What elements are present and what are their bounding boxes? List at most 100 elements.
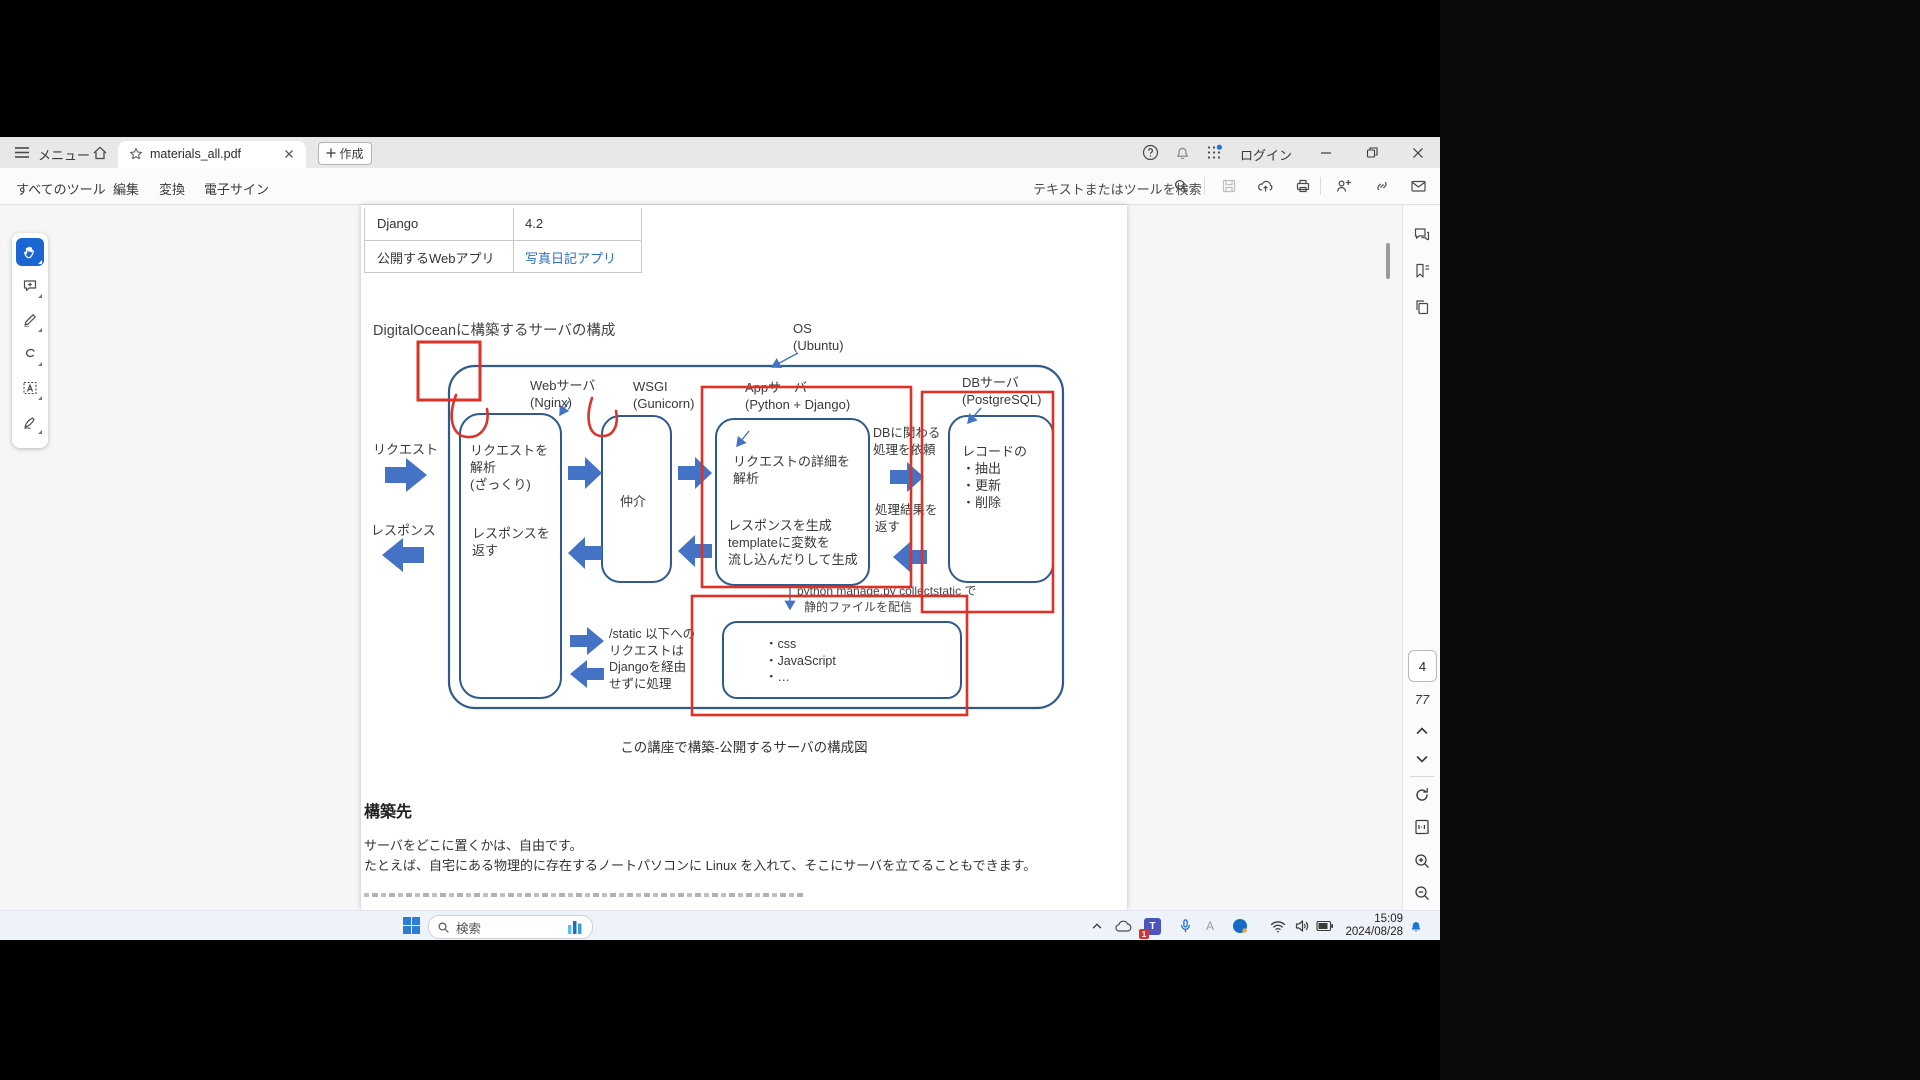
previous-page-icon[interactable] xyxy=(1413,722,1431,740)
toolbar-divider xyxy=(1204,177,1205,195)
table-divider xyxy=(365,240,641,241)
acrobat-titlebar: メニュー materials_all.pdf 作成 ログイン xyxy=(0,137,1440,168)
search-placeholder: 検索 xyxy=(456,918,481,937)
notification-bell-icon[interactable] xyxy=(1408,918,1424,934)
nginx-to-wsgi-arrow xyxy=(568,457,602,489)
page-number-input[interactable]: 4 xyxy=(1408,650,1437,682)
table-cell: 4.2 xyxy=(525,216,543,231)
toolbar-divider xyxy=(1320,177,1321,195)
comment-add-icon xyxy=(22,278,38,294)
login-button[interactable]: ログイン xyxy=(1240,145,1292,164)
mail-icon[interactable] xyxy=(1410,178,1427,194)
app-to-wsgi-arrow xyxy=(678,535,712,567)
sign-tool-button[interactable] xyxy=(16,408,44,436)
hand-icon xyxy=(22,244,38,260)
tray-show-hidden-icon[interactable] xyxy=(1090,919,1104,933)
next-page-icon[interactable] xyxy=(1413,750,1431,768)
menu-button[interactable]: メニュー xyxy=(38,145,90,164)
pen-icon xyxy=(22,312,38,328)
search-icon[interactable] xyxy=(1173,178,1189,194)
taskbar-search-box[interactable]: 検索 xyxy=(428,915,593,939)
apps-grid-icon[interactable] xyxy=(1206,144,1223,161)
save-icon[interactable] xyxy=(1221,178,1237,194)
quick-tools-panel xyxy=(12,233,48,448)
wsgi-to-app-arrow xyxy=(678,457,712,489)
add-person-icon[interactable] xyxy=(1335,178,1352,194)
window-close-button[interactable] xyxy=(1410,145,1426,161)
notification-bell-icon[interactable] xyxy=(1174,144,1191,161)
app-to-db-arrow xyxy=(890,462,924,492)
os-label: OS(Ubuntu) xyxy=(793,320,844,354)
esign-button[interactable]: 電子サイン xyxy=(204,179,269,198)
wsgi-to-nginx-arrow xyxy=(568,537,602,569)
start-button[interactable] xyxy=(402,916,421,935)
nginx-parse-text: リクエストを解析(ざっくり) xyxy=(470,442,548,493)
actual-size-icon[interactable] xyxy=(1413,818,1431,836)
add-comment-tool-button[interactable] xyxy=(16,272,44,300)
convert-button[interactable]: 変換 xyxy=(159,179,185,198)
page-thumbnails-icon[interactable] xyxy=(1413,298,1431,316)
clock-date: 2024/08/28 xyxy=(1345,926,1403,939)
search-icon xyxy=(437,921,450,934)
wsgi-text: 仲介 xyxy=(620,493,646,510)
all-tools-button[interactable]: すべてのツール xyxy=(16,179,106,198)
document-tab[interactable]: materials_all.pdf xyxy=(118,141,306,168)
battery-icon[interactable] xyxy=(1316,920,1334,932)
favorite-star-icon[interactable] xyxy=(129,147,143,161)
db-pointer-arrow xyxy=(968,408,981,423)
print-icon[interactable] xyxy=(1295,178,1311,194)
select-text-tool-button[interactable] xyxy=(16,374,44,402)
speaker-icon[interactable] xyxy=(1294,919,1310,933)
static-response-arrow xyxy=(570,660,604,688)
home-icon[interactable] xyxy=(92,145,108,161)
ime-indicator[interactable]: A xyxy=(1206,919,1214,933)
db-request-text: DBに関わる処理を依頼 xyxy=(873,425,940,458)
tab-close-icon[interactable] xyxy=(283,148,295,160)
body-line: たとえば、自宅にある物理的に存在するノートパソコンに Linux を入れて、そこ… xyxy=(364,855,1036,874)
db-items-text: レコードの・抽出・更新・削除 xyxy=(962,443,1027,512)
scrollbar-thumb[interactable] xyxy=(1386,243,1390,279)
tools-toolbar: すべてのツール 編集 変換 電子サイン テキストまたはツールを検索 xyxy=(0,168,1440,205)
app-parse-text: リクエストの詳細を解析 xyxy=(733,453,850,487)
minimize-button[interactable] xyxy=(1318,145,1334,161)
teams-icon[interactable]: T 1 xyxy=(1144,918,1161,935)
restore-button[interactable] xyxy=(1364,145,1380,161)
cloud-upload-icon[interactable] xyxy=(1257,178,1274,194)
truncated-text-line xyxy=(364,893,804,897)
response-label: レスポンス xyxy=(371,522,436,539)
zoom-out-icon[interactable] xyxy=(1413,884,1431,902)
microphone-icon[interactable] xyxy=(1178,918,1193,934)
onedrive-icon[interactable] xyxy=(1114,919,1132,933)
clock[interactable]: 15:09 2024/08/28 xyxy=(1345,913,1403,939)
clock-time: 15:09 xyxy=(1345,913,1403,926)
draw-tool-button[interactable] xyxy=(16,340,44,368)
hand-tool-button[interactable] xyxy=(16,238,44,266)
wifi-icon[interactable] xyxy=(1270,920,1286,933)
section-heading: 構築先 xyxy=(364,798,412,822)
link-icon[interactable] xyxy=(1374,178,1390,194)
windows-taskbar: 検索 k xyxy=(0,910,1440,940)
edit-button[interactable]: 編集 xyxy=(113,179,139,198)
highlight-pen-tool-button[interactable] xyxy=(16,306,44,334)
figure-caption: この講座で構築-公開するサーバの構成図 xyxy=(361,736,1127,756)
rail-divider xyxy=(1410,776,1434,777)
spec-table: Django 4.2 公開するWebアプリ 写真日記アプリ xyxy=(364,208,642,273)
help-icon[interactable] xyxy=(1142,144,1159,161)
db-to-app-arrow xyxy=(893,542,927,572)
comments-panel-icon[interactable] xyxy=(1413,226,1431,244)
wsgi-label: WSGI(Gunicorn) xyxy=(633,378,694,412)
create-button[interactable]: 作成 xyxy=(318,142,372,165)
app-status-icon[interactable] xyxy=(1232,918,1248,934)
table-divider xyxy=(513,208,514,272)
hamburger-menu-icon[interactable] xyxy=(14,146,30,159)
db-server-label: DBサーバ(PostgreSQL) xyxy=(962,374,1041,408)
windows-logo-icon xyxy=(402,916,421,935)
table-link[interactable]: 写真日記アプリ xyxy=(525,248,616,267)
pdf-page: Django 4.2 公開するWebアプリ 写真日記アプリ xyxy=(361,205,1127,910)
app-pointer-arrow xyxy=(737,431,749,446)
rotate-refresh-icon[interactable] xyxy=(1413,786,1431,804)
nginx-return-text: レスポンスを返す xyxy=(472,525,550,559)
tab-title: materials_all.pdf xyxy=(150,147,241,161)
bookmarks-panel-icon[interactable] xyxy=(1413,262,1431,280)
zoom-in-icon[interactable] xyxy=(1413,852,1431,870)
